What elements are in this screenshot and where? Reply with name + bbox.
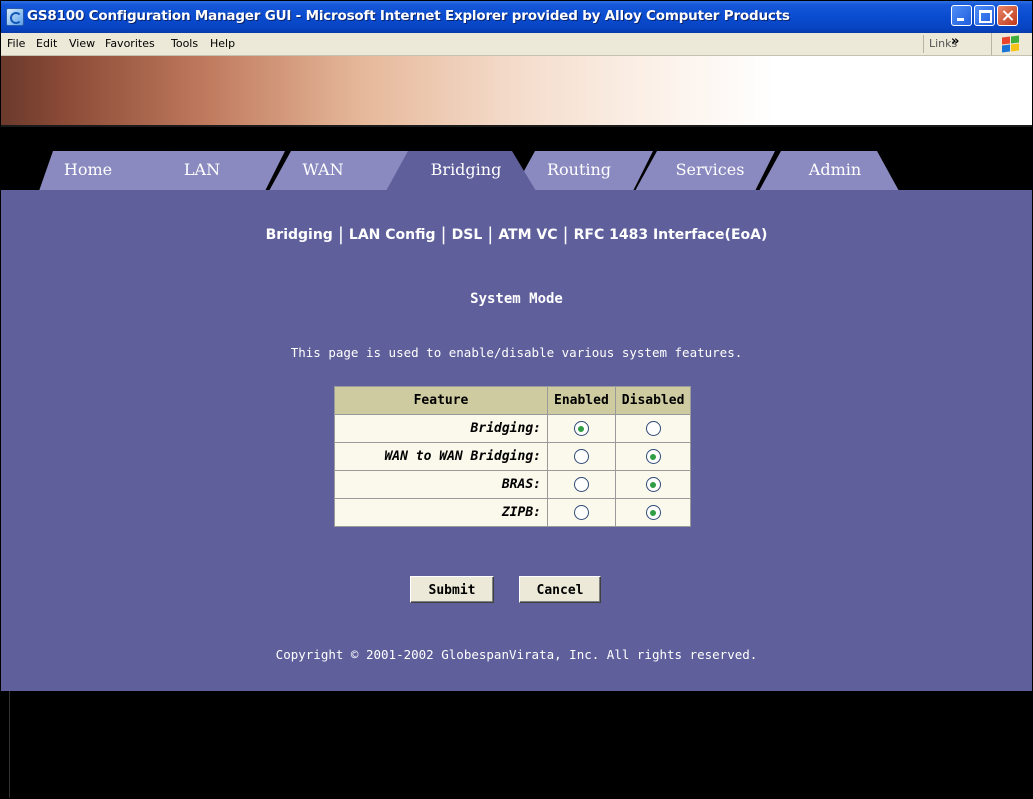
table-row: Bridging: bbox=[334, 414, 692, 443]
subnav-separator: | bbox=[337, 224, 344, 245]
subnav-atm-vc[interactable]: ATM VC bbox=[498, 227, 557, 243]
main-tabs: Home LAN WAN Routing Services Admin Brid… bbox=[1, 151, 1032, 191]
menu-edit[interactable]: Edit bbox=[36, 37, 57, 50]
feature-label: BRAS: bbox=[334, 470, 548, 499]
cancel-button[interactable]: Cancel bbox=[519, 576, 601, 603]
menu-view[interactable]: View bbox=[69, 37, 95, 50]
table-row: ZIPB: bbox=[334, 498, 692, 527]
toolbar-separator bbox=[991, 33, 992, 55]
window-title: GS8100 Configuration Manager GUI - Micro… bbox=[27, 8, 790, 24]
feature-label: Bridging: bbox=[334, 414, 548, 443]
tab-lan[interactable]: LAN bbox=[149, 151, 285, 191]
radio-bridging-enabled[interactable] bbox=[573, 421, 589, 436]
submit-button[interactable]: Submit bbox=[410, 576, 494, 603]
radio-bridging-disabled[interactable] bbox=[645, 421, 661, 436]
menu-tools[interactable]: Tools bbox=[171, 37, 198, 50]
page-footer-area bbox=[1, 691, 1032, 798]
tab-bridging[interactable]: Bridging bbox=[386, 151, 536, 191]
subnav-dsl[interactable]: DSL bbox=[452, 227, 483, 243]
radio-wan-bridging-disabled[interactable] bbox=[645, 449, 661, 464]
sub-navigation: Bridging | LAN Config | DSL | ATM VC | RFC 1483 … bbox=[1, 223, 1032, 245]
subnav-rfc1483[interactable]: RFC 1483 Interface(EoA) bbox=[574, 227, 768, 243]
links-chevron-icon[interactable]: » bbox=[951, 34, 959, 49]
radio-bras-enabled[interactable] bbox=[573, 477, 589, 492]
table-header-row: Feature Enabled Disabled bbox=[334, 386, 692, 415]
feature-label: WAN to WAN Bridging: bbox=[334, 442, 548, 471]
ie-icon bbox=[6, 8, 24, 26]
browser-window: GS8100 Configuration Manager GUI - Micro… bbox=[0, 0, 1033, 799]
toolbar-separator bbox=[923, 35, 924, 53]
menu-favorites[interactable]: Favorites bbox=[105, 37, 155, 50]
radio-wan-bridging-enabled[interactable] bbox=[573, 449, 589, 464]
banner-spacer bbox=[1, 127, 1032, 151]
menu-bar: File Edit View Favorites Tools Help Link… bbox=[1, 33, 1032, 56]
header-feature: Feature bbox=[334, 386, 548, 415]
page-title: System Mode bbox=[470, 291, 563, 307]
menu-file[interactable]: File bbox=[7, 37, 25, 50]
radio-zipb-disabled[interactable] bbox=[645, 505, 661, 520]
subnav-separator: | bbox=[562, 224, 569, 245]
title-bar[interactable]: GS8100 Configuration Manager GUI - Micro… bbox=[1, 1, 1032, 33]
page-description: This page is used to enable/disable vari… bbox=[290, 345, 743, 360]
feature-label: ZIPB: bbox=[334, 498, 548, 527]
copyright-text: Copyright © 2001-2002 GlobespanVirata, I… bbox=[275, 647, 758, 662]
menu-help[interactable]: Help bbox=[210, 37, 235, 50]
table-row: WAN to WAN Bridging: bbox=[334, 442, 692, 471]
radio-bras-disabled[interactable] bbox=[645, 477, 661, 492]
subnav-separator: | bbox=[440, 224, 447, 245]
content-panel: Bridging | LAN Config | DSL | ATM VC | RFC 1483 … bbox=[1, 190, 1032, 691]
maximize-button[interactable] bbox=[974, 5, 995, 26]
windows-logo-icon bbox=[1001, 35, 1019, 53]
header-enabled: Enabled bbox=[547, 386, 616, 415]
radio-zipb-enabled[interactable] bbox=[573, 505, 589, 520]
header-disabled: Disabled bbox=[614, 386, 692, 415]
table-row: BRAS: bbox=[334, 470, 692, 499]
close-button[interactable] bbox=[997, 5, 1018, 26]
subnav-separator: | bbox=[487, 224, 494, 245]
features-table: Feature Enabled Disabled Bridging: WAN t… bbox=[334, 386, 692, 527]
subnav-lan-config[interactable]: LAN Config bbox=[349, 227, 436, 243]
tab-services[interactable]: Services bbox=[635, 151, 775, 191]
minimize-button[interactable] bbox=[951, 5, 972, 26]
header-banner bbox=[1, 56, 1032, 127]
subnav-bridging[interactable]: Bridging bbox=[266, 227, 333, 243]
tab-admin[interactable]: Admin bbox=[759, 151, 899, 191]
window-left-edge bbox=[1, 691, 10, 798]
